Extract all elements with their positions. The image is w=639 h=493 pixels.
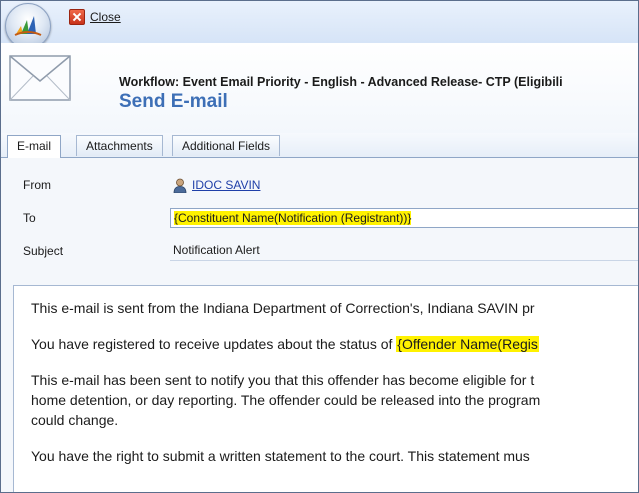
body-paragraph-3-line-2: home detention, or day reporting. The of…: [31, 392, 541, 408]
subject-label: Subject: [23, 244, 64, 258]
body-paragraph-3-line-3: could change.: [31, 412, 119, 428]
form-title: Send E-mail: [119, 91, 228, 112]
user-icon: [173, 178, 187, 193]
close-label: Close: [90, 10, 121, 24]
body-paragraph-2: You have registered to receive updates a…: [31, 334, 638, 354]
email-form-window: Close Workflow: Event Email Priority - E…: [0, 0, 639, 493]
tab-strip: E-mail Attachments Additional Fields: [1, 133, 638, 158]
from-label: From: [23, 178, 51, 192]
tab-attachments[interactable]: Attachments: [76, 135, 163, 156]
dynamics-logo-icon: [14, 16, 42, 36]
email-body-editor[interactable]: This e-mail is sent from the Indiana Dep…: [13, 285, 638, 492]
body-paragraph-2-text: You have registered to receive updates a…: [31, 336, 397, 352]
tab-additional-fields[interactable]: Additional Fields: [172, 135, 281, 156]
to-label: To: [23, 211, 36, 225]
close-button[interactable]: Close: [69, 8, 121, 26]
close-icon: [69, 9, 85, 25]
offender-name-placeholder: {Offender Name(Regis: [396, 336, 539, 352]
from-field[interactable]: IDOC SAVIN: [170, 175, 638, 195]
email-body-text: This e-mail is sent from the Indiana Dep…: [31, 298, 638, 482]
subject-field[interactable]: Notification Alert: [170, 241, 638, 261]
tab-email[interactable]: E-mail: [7, 135, 62, 158]
form-header: Workflow: Event Email Priority - English…: [1, 43, 638, 133]
body-paragraph-4: You have the right to submit a written s…: [31, 448, 530, 464]
body-paragraph-3-line-1: This e-mail has been sent to notify you …: [31, 372, 535, 388]
workflow-title: Workflow: Event Email Priority - English…: [119, 75, 563, 89]
ribbon-bar: Close: [1, 1, 638, 49]
envelope-icon: [9, 55, 71, 101]
to-field[interactable]: {Constituent Name(Notification (Registra…: [170, 208, 638, 228]
to-value: {Constituent Name(Notification (Registra…: [174, 211, 412, 225]
from-link[interactable]: IDOC SAVIN: [192, 176, 260, 194]
body-paragraph-3: This e-mail has been sent to notify you …: [31, 370, 638, 430]
form-body: From IDOC SAVIN To {Constituent Name(Not…: [1, 158, 638, 492]
body-paragraph-1: This e-mail is sent from the Indiana Dep…: [31, 300, 535, 316]
